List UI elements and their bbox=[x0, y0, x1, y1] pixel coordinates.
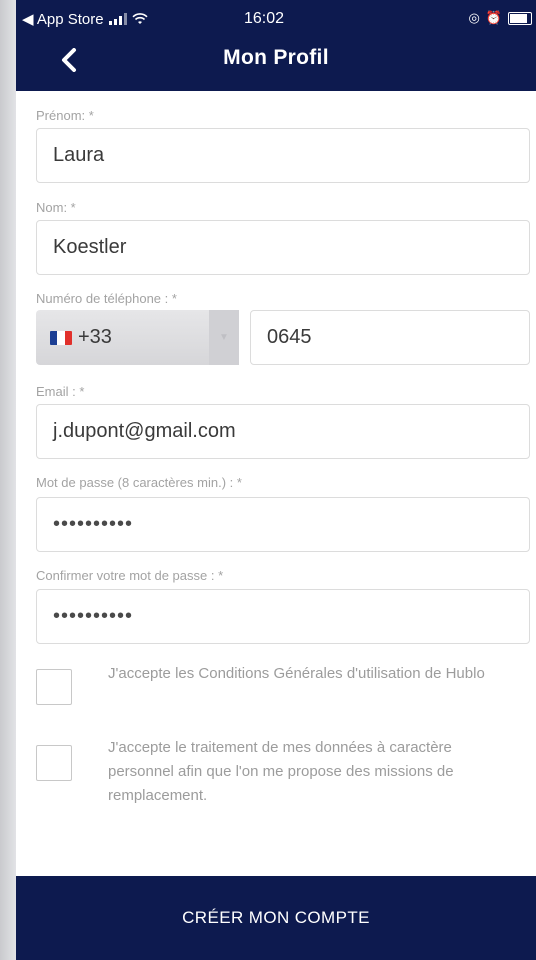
data-processing-checkbox-label: J'accepte le traitement de mes données à… bbox=[108, 739, 454, 804]
status-right: ◎ ⏰ bbox=[468, 10, 532, 26]
password-field[interactable]: •••••••••• bbox=[36, 497, 530, 552]
first-name-label: Prénom: * bbox=[36, 108, 94, 123]
password-label: Mot de passe (8 caractères min.) : * bbox=[36, 475, 242, 490]
last-name-label: Nom: * bbox=[36, 200, 76, 215]
app-screen: ◀ App Store 16:02 ◎ ⏰ Mon Profil Prénom:… bbox=[16, 0, 536, 960]
orientation-lock-icon: ◎ bbox=[468, 10, 480, 25]
confirm-password-field[interactable]: •••••••••• bbox=[36, 589, 530, 644]
create-account-button[interactable]: CRÉER MON COMPTE bbox=[16, 876, 536, 960]
chevron-down-icon: ▼ bbox=[209, 310, 239, 365]
status-time: 16:02 bbox=[244, 10, 285, 27]
device-bezel bbox=[0, 0, 16, 960]
country-code-value: +33 bbox=[78, 326, 112, 348]
status-bar: ◀ App Store 16:02 ◎ ⏰ bbox=[16, 0, 536, 40]
back-to-app-store-link[interactable]: ◀ App Store bbox=[22, 10, 104, 28]
status-left: ◀ App Store bbox=[22, 10, 148, 28]
battery-icon bbox=[508, 11, 532, 25]
last-name-field[interactable]: Koestler bbox=[36, 220, 530, 275]
phone-label: Numéro de téléphone : * bbox=[36, 291, 177, 306]
confirm-password-label: Confirmer votre mot de passe : * bbox=[36, 568, 224, 583]
wifi-icon bbox=[132, 13, 148, 24]
email-field[interactable]: j.dupont@gmail.com bbox=[36, 404, 530, 459]
first-name-field[interactable]: Laura bbox=[36, 128, 530, 183]
france-flag-icon bbox=[50, 330, 72, 345]
data-processing-checkbox[interactable] bbox=[36, 745, 72, 781]
phone-number-field[interactable]: 0645 bbox=[250, 310, 530, 365]
email-label: Email : * bbox=[36, 384, 85, 399]
terms-checkbox-label: J'accepte les Conditions Générales d'uti… bbox=[108, 665, 485, 682]
signal-icon bbox=[108, 13, 127, 25]
terms-checkbox[interactable] bbox=[36, 669, 72, 705]
alarm-icon: ⏰ bbox=[485, 10, 502, 25]
nav-bar: ◀ App Store 16:02 ◎ ⏰ Mon Profil bbox=[16, 0, 536, 91]
page-title: Mon Profil bbox=[223, 46, 329, 69]
country-code-select[interactable]: +33 ▼ bbox=[36, 310, 239, 365]
